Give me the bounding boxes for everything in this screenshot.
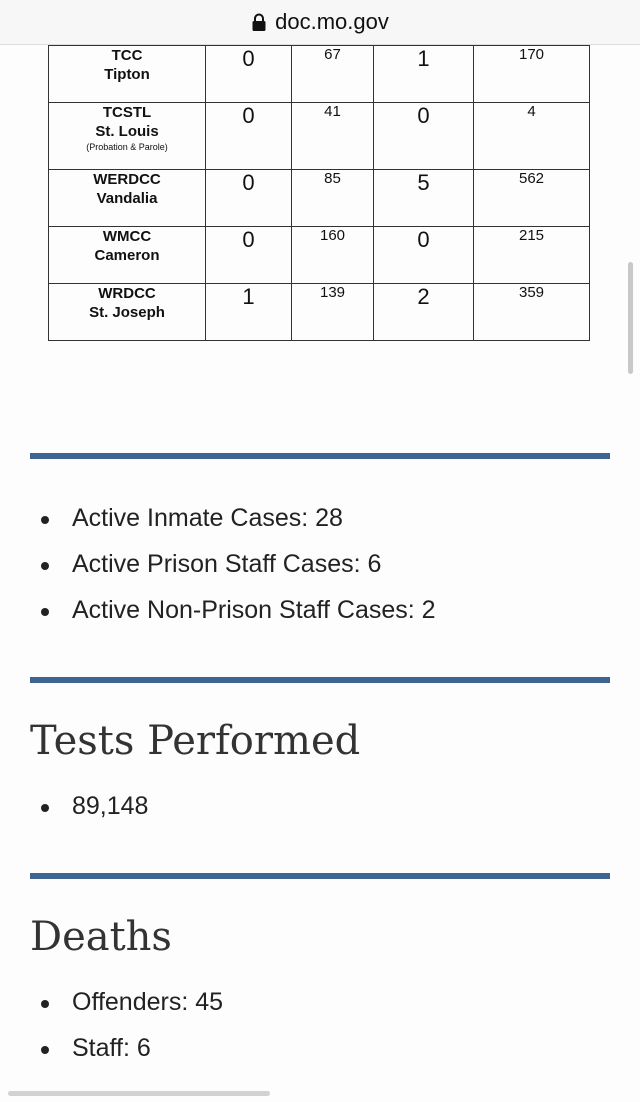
table-cell: 1 xyxy=(373,45,474,103)
facility-cases-table: TCC Tipton 0 67 1 170 TCSTL St. Louis (P… xyxy=(48,45,590,341)
table-cell: 160 xyxy=(291,226,374,284)
table-cell: 0 xyxy=(373,102,474,170)
deaths-list: Offenders: 45 Staff: 6 xyxy=(30,979,223,1071)
facility-cell: WERDCC Vandalia xyxy=(48,169,206,227)
list-item: Active Inmate Cases: 28 xyxy=(30,495,436,541)
table-row: TCSTL St. Louis (Probation & Parole) 0 4… xyxy=(48,102,590,170)
facility-name: WMCC xyxy=(102,228,152,245)
table-cell: 4 xyxy=(473,102,590,170)
table-cell: 359 xyxy=(473,283,590,341)
table-row: WMCC Cameron 0 160 0 215 xyxy=(48,226,590,284)
table-cell: 562 xyxy=(473,169,590,227)
table-cell: 5 xyxy=(373,169,474,227)
facility-cell: TCSTL St. Louis (Probation & Parole) xyxy=(48,102,206,170)
table-cell: 0 xyxy=(373,226,474,284)
lock-icon xyxy=(252,13,266,31)
horizontal-scrollbar[interactable] xyxy=(8,1091,270,1096)
table-cell: 0 xyxy=(205,169,292,227)
section-divider xyxy=(30,677,610,683)
table-cell: 215 xyxy=(473,226,590,284)
table-cell: 41 xyxy=(291,102,374,170)
list-item: Active Prison Staff Cases: 6 xyxy=(30,541,436,587)
tests-list: 89,148 xyxy=(30,783,148,829)
facility-location: Cameron xyxy=(94,247,160,264)
facility-location: Vandalia xyxy=(96,190,158,207)
list-item: Offenders: 45 xyxy=(30,979,223,1025)
facility-name: WRDCC xyxy=(98,285,156,302)
table-row: TCC Tipton 0 67 1 170 xyxy=(48,45,590,103)
list-item: Active Non-Prison Staff Cases: 2 xyxy=(30,587,436,633)
table-cell: 0 xyxy=(205,102,292,170)
table-cell: 2 xyxy=(373,283,474,341)
active-cases-list: Active Inmate Cases: 28 Active Prison St… xyxy=(30,495,436,633)
table-cell: 0 xyxy=(205,45,292,103)
table-row: WERDCC Vandalia 0 85 5 562 xyxy=(48,169,590,227)
facility-location: St. Joseph xyxy=(89,304,165,321)
table-cell: 67 xyxy=(291,45,374,103)
facility-name: TCC xyxy=(111,47,143,64)
facility-name: TCSTL xyxy=(102,104,152,121)
section-divider xyxy=(30,453,610,459)
section-divider xyxy=(30,873,610,879)
facility-cell: TCC Tipton xyxy=(48,45,206,103)
facility-note: (Probation & Parole) xyxy=(86,142,168,152)
table-cell: 170 xyxy=(473,45,590,103)
facility-location: Tipton xyxy=(104,66,150,83)
facility-cell: WRDCC St. Joseph xyxy=(48,283,206,341)
list-item: Staff: 6 xyxy=(30,1025,223,1071)
tests-heading: Tests Performed xyxy=(30,718,361,764)
facility-name: WERDCC xyxy=(93,171,161,188)
vertical-scrollbar[interactable] xyxy=(628,262,633,374)
facility-location: St. Louis xyxy=(95,123,159,140)
url-text: doc.mo.gov xyxy=(275,9,389,34)
table-cell: 85 xyxy=(291,169,374,227)
address-bar[interactable]: doc.mo.gov xyxy=(0,0,640,45)
facility-cell: WMCC Cameron xyxy=(48,226,206,284)
table-row: WRDCC St. Joseph 1 139 2 359 xyxy=(48,283,590,341)
table-cell: 139 xyxy=(291,283,374,341)
table-cell: 1 xyxy=(205,283,292,341)
deaths-heading: Deaths xyxy=(30,914,172,960)
table-cell: 0 xyxy=(205,226,292,284)
list-item: 89,148 xyxy=(30,783,148,829)
